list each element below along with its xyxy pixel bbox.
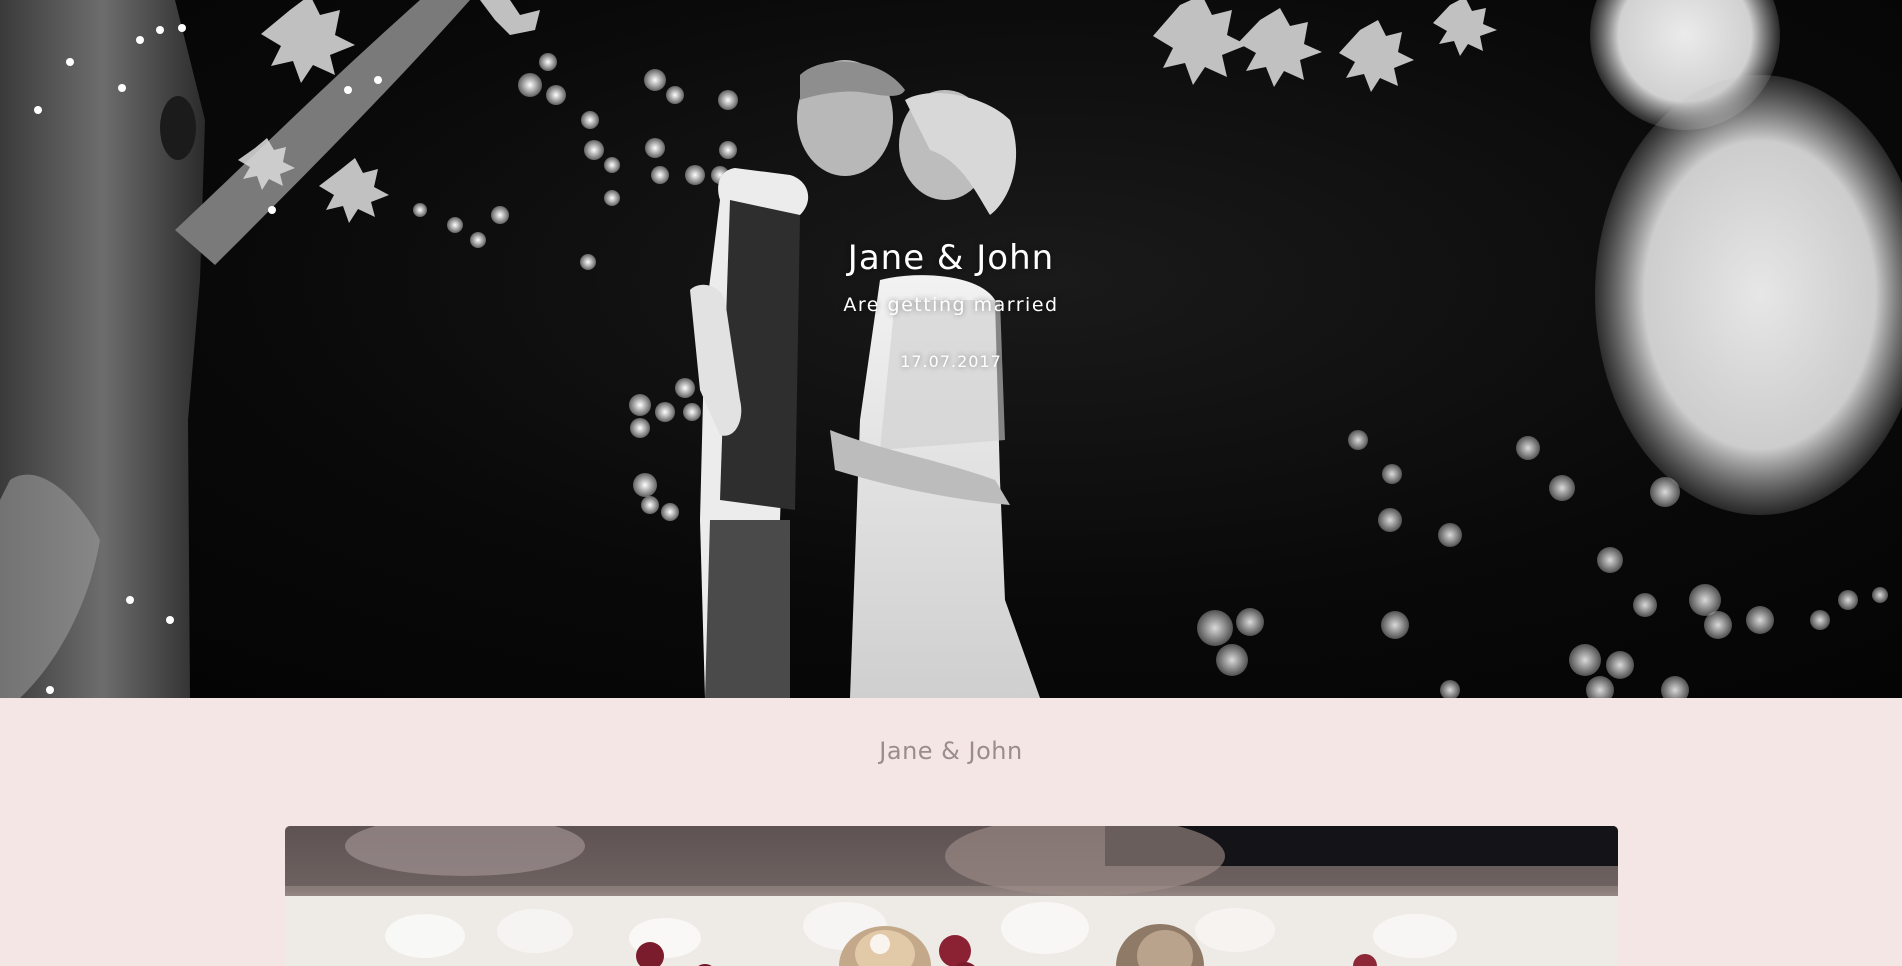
- main-content: Jane & John: [0, 698, 1902, 966]
- couple-feature-photo: [285, 826, 1618, 966]
- wedding-date: 17.07.2017: [900, 352, 1002, 371]
- hero-title: Jane & John: [847, 238, 1055, 278]
- hero-subtitle: Are getting married: [843, 294, 1059, 316]
- cake-topper-photo: [285, 826, 1618, 966]
- hero-banner: Jane & John Are getting married 17.07.20…: [0, 0, 1902, 698]
- section-title: Jane & John: [879, 737, 1023, 765]
- hero-text-block: Jane & John Are getting married 17.07.20…: [0, 236, 1902, 373]
